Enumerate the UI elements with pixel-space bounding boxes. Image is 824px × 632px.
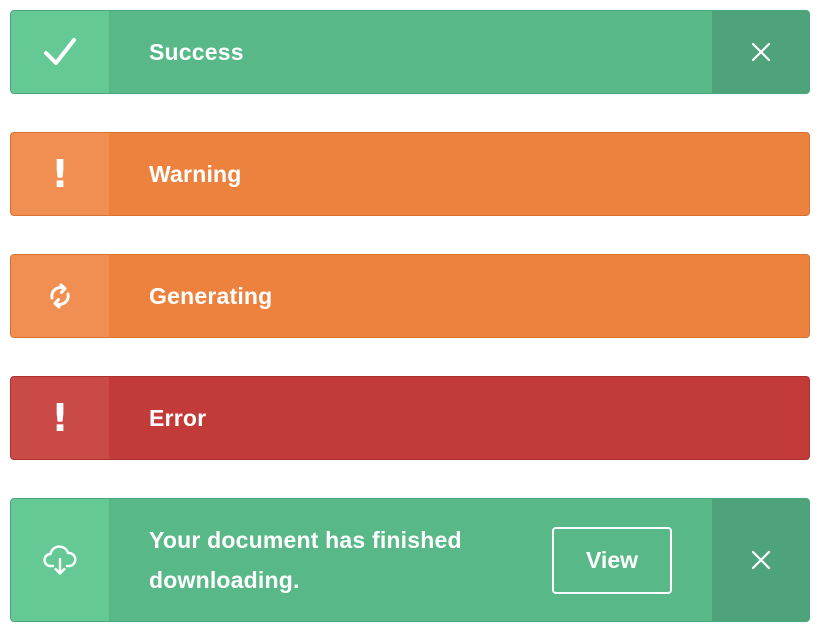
check-icon — [44, 38, 76, 65]
close-icon — [751, 42, 770, 62]
alert-message: Your document has finished downloading. — [149, 527, 462, 593]
generating-icon-cell — [11, 255, 109, 337]
download-alert: Your document has finished downloading. … — [10, 498, 810, 622]
generating-alert: Generating — [10, 254, 810, 338]
alert-message: Error — [149, 404, 207, 431]
exclamation-icon: ! — [51, 396, 69, 440]
error-alert: ! Error — [10, 376, 810, 460]
close-button[interactable] — [712, 499, 809, 621]
success-alert: Success — [10, 10, 810, 94]
view-button[interactable]: View — [552, 526, 672, 594]
close-icon — [751, 550, 770, 570]
warning-alert: ! Warning — [10, 132, 810, 216]
alert-message: Generating — [149, 282, 273, 309]
error-icon-cell: ! — [11, 377, 109, 459]
refresh-icon — [50, 283, 70, 309]
cloud-download-icon — [43, 545, 77, 575]
alert-message: Warning — [149, 160, 242, 187]
exclamation-icon: ! — [51, 152, 69, 196]
action-area: View — [529, 499, 712, 621]
success-icon-cell — [11, 11, 109, 93]
alert-message: Success — [149, 38, 244, 65]
close-button[interactable] — [712, 11, 809, 93]
download-icon-cell — [11, 499, 109, 621]
warning-icon-cell: ! — [11, 133, 109, 215]
